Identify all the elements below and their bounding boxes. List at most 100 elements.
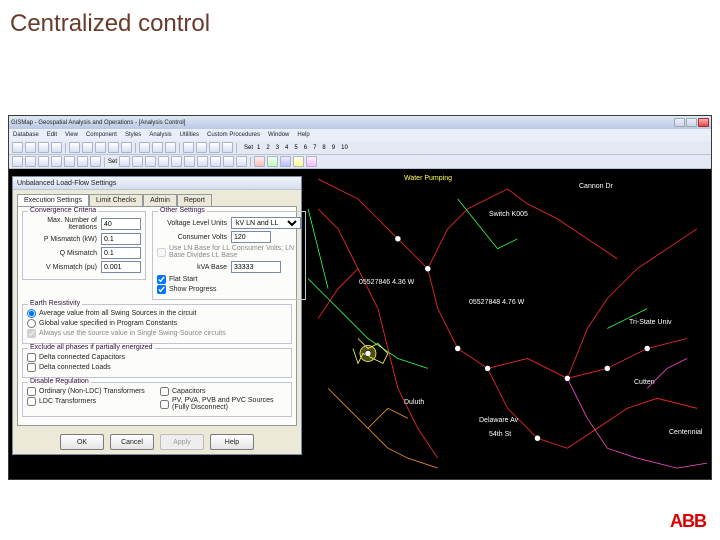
toolbar-set-btn[interactable]: 4	[283, 145, 290, 151]
apply-button[interactable]: Apply	[160, 434, 204, 450]
window-title: GISMap - Geospatial Analysis and Operati…	[11, 120, 185, 126]
exclude-delta-cap-label: Delta connected Capacitors	[39, 354, 125, 361]
tool-button[interactable]	[293, 156, 304, 167]
map-tooltip-1: 05527846 4.36 W	[359, 279, 414, 286]
tool-button[interactable]	[183, 142, 194, 153]
menu-item[interactable]: Database	[13, 132, 39, 138]
tool-button[interactable]	[51, 142, 62, 153]
tool-button[interactable]	[139, 142, 150, 153]
toolbar-set-btn[interactable]: 6	[302, 145, 309, 151]
tool-button[interactable]	[108, 142, 119, 153]
tool-button[interactable]	[95, 142, 106, 153]
group-label: Disable Regulation	[28, 378, 91, 385]
flat-start-checkbox[interactable]	[157, 275, 166, 284]
p-mismatch-input[interactable]	[101, 233, 141, 245]
max-iter-input[interactable]	[101, 218, 141, 230]
tool-button[interactable]	[90, 156, 101, 167]
tool-button[interactable]	[82, 142, 93, 153]
menu-item[interactable]: Edit	[47, 132, 57, 138]
toolbar-set-btn[interactable]: 10	[339, 145, 350, 151]
disable-capacitors-checkbox[interactable]	[160, 387, 169, 396]
cancel-button[interactable]: Cancel	[110, 434, 154, 450]
tool-button[interactable]	[38, 156, 49, 167]
tool-button[interactable]	[197, 156, 208, 167]
tool-button[interactable]	[121, 142, 132, 153]
toolbar-set-btn[interactable]: 5	[292, 145, 299, 151]
ok-button[interactable]: OK	[60, 434, 104, 450]
tool-button[interactable]	[165, 142, 176, 153]
tool-button[interactable]	[254, 156, 265, 167]
tool-button[interactable]	[171, 156, 182, 167]
tool-button[interactable]	[12, 142, 23, 153]
maximize-button[interactable]	[686, 118, 697, 127]
q-mismatch-input[interactable]	[101, 247, 141, 259]
map-label-duluth: Duluth	[404, 399, 424, 406]
menu-item[interactable]: Custom Procedures	[207, 132, 260, 138]
menu-item[interactable]: Styles	[125, 132, 141, 138]
earth-global-label: Global value specified in Program Consta…	[39, 320, 177, 327]
minimize-button[interactable]	[674, 118, 685, 127]
tool-button[interactable]	[210, 156, 221, 167]
tool-button[interactable]	[12, 156, 23, 167]
tool-button[interactable]	[209, 142, 220, 153]
tool-button[interactable]	[69, 142, 80, 153]
brand-logo: ABB	[670, 511, 706, 532]
consumer-volts-input[interactable]	[231, 231, 271, 243]
v-mismatch-input[interactable]	[101, 261, 141, 273]
exclude-delta-load-checkbox[interactable]	[27, 363, 36, 372]
tool-button[interactable]	[145, 156, 156, 167]
tab-report[interactable]: Report	[177, 194, 212, 206]
help-button[interactable]: Help	[210, 434, 254, 450]
tab-limit-checks[interactable]: Limit Checks	[89, 194, 143, 206]
menu-item[interactable]: Window	[268, 132, 289, 138]
menu-item[interactable]: View	[65, 132, 78, 138]
tool-button[interactable]	[51, 156, 62, 167]
tool-button[interactable]	[306, 156, 317, 167]
group-label: Exclude all phases if partially energize…	[28, 344, 155, 351]
toolbar-set-btn[interactable]: 1	[255, 145, 262, 151]
earth-always-checkbox	[27, 329, 36, 338]
disable-pv-label: PV, PVA, PVB and PVC Sources (Fully Disc…	[172, 397, 287, 411]
tool-button[interactable]	[280, 156, 291, 167]
tool-button[interactable]	[236, 156, 247, 167]
disable-pv-checkbox[interactable]	[160, 400, 169, 409]
tool-button[interactable]	[25, 142, 36, 153]
tab-body: Convergence Criteria Max. Number of Iter…	[17, 206, 297, 426]
toolbar-set-btn[interactable]: 8	[320, 145, 327, 151]
show-progress-checkbox[interactable]	[157, 285, 166, 294]
tool-button[interactable]	[222, 142, 233, 153]
tool-button[interactable]	[132, 156, 143, 167]
tool-button[interactable]	[119, 156, 130, 167]
toolbar-set-btn[interactable]: 2	[264, 145, 271, 151]
tool-button[interactable]	[158, 156, 169, 167]
menu-item[interactable]: Analysis	[149, 132, 171, 138]
group-earth-resistivity: Earth Resistivity Average value from all…	[22, 304, 292, 344]
tool-button[interactable]	[152, 142, 163, 153]
tool-button[interactable]	[184, 156, 195, 167]
voltage-units-select[interactable]: kV LN and LL	[231, 217, 301, 229]
disable-ldc-checkbox[interactable]	[27, 397, 36, 406]
tool-button[interactable]	[196, 142, 207, 153]
kva-base-input[interactable]	[231, 261, 281, 273]
toolbar-cset-label: Set	[108, 159, 117, 165]
tool-button[interactable]	[267, 156, 278, 167]
toolbar-set-btn[interactable]: 7	[311, 145, 318, 151]
disable-ordinary-checkbox[interactable]	[27, 387, 36, 396]
earth-avg-radio[interactable]	[27, 309, 36, 318]
toolbar-set-btn[interactable]: 3	[274, 145, 281, 151]
tab-admin[interactable]: Admin	[143, 194, 177, 206]
earth-global-radio[interactable]	[27, 319, 36, 328]
tool-button[interactable]	[64, 156, 75, 167]
tool-button[interactable]	[223, 156, 234, 167]
menu-item[interactable]: Utilities	[180, 132, 199, 138]
exclude-delta-cap-checkbox[interactable]	[27, 353, 36, 362]
menu-item[interactable]: Help	[297, 132, 309, 138]
close-button[interactable]	[698, 118, 709, 127]
disable-ldc-label: LDC Transformers	[39, 398, 96, 405]
tool-button[interactable]	[77, 156, 88, 167]
menu-item[interactable]: Component	[86, 132, 117, 138]
tool-button[interactable]	[25, 156, 36, 167]
tab-execution-settings[interactable]: Execution Settings	[17, 194, 89, 206]
tool-button[interactable]	[38, 142, 49, 153]
toolbar-set-btn[interactable]: 9	[330, 145, 337, 151]
